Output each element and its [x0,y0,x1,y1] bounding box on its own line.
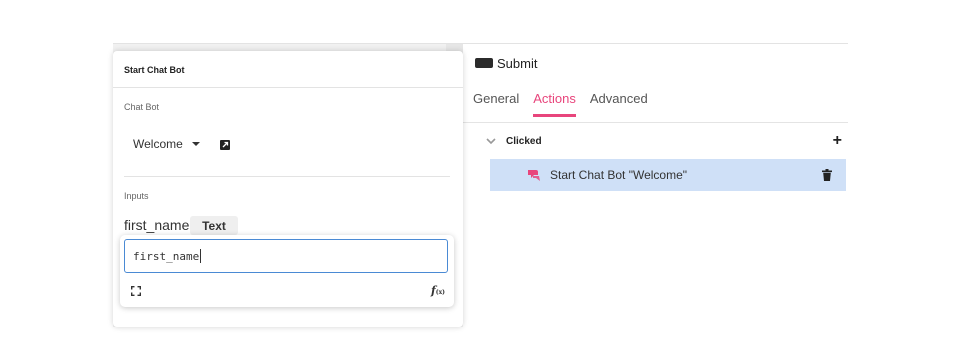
expression-editor-popup: first_name f(x) [120,235,454,307]
inputs-label: Inputs [124,191,149,201]
chevron-down-icon[interactable] [486,136,496,146]
selected-widget-header: Submit [475,55,537,71]
event-label: Clicked [506,135,542,147]
chat-bot-selected-value: Welcome [133,137,183,151]
tab-advanced[interactable]: Advanced [590,88,648,117]
panel-title-divider [113,87,463,88]
panel-title: Start Chat Bot [124,65,185,75]
selected-widget-name: Submit [497,55,538,71]
function-icon[interactable]: f(x) [431,284,445,297]
action-label: Start Chat Bot "Welcome" [550,168,688,182]
section-divider [124,176,450,177]
input-value-field[interactable]: first_name [124,239,448,273]
chat-bot-select[interactable]: Welcome [133,137,200,151]
tab-general[interactable]: General [473,88,519,117]
delete-action-icon[interactable] [822,169,832,181]
input-type-badge: Text [190,216,238,235]
text-cursor [200,249,202,263]
fullscreen-icon[interactable] [131,286,141,296]
event-group-clicked[interactable]: Clicked + [486,133,842,149]
action-item-start-chat-bot[interactable]: Start Chat Bot "Welcome" [490,159,846,191]
open-in-new-icon[interactable] [220,140,230,150]
input-value-text: first_name [133,249,200,263]
input-name-label: first_name [124,217,190,233]
chat-bot-icon [528,170,540,181]
add-action-icon[interactable]: + [833,133,842,149]
chat-bot-label: Chat Bot [124,102,160,112]
properties-tabs: General Actions Advanced [473,88,662,117]
button-widget-icon [475,58,493,68]
tab-actions[interactable]: Actions [533,88,576,117]
dropdown-caret-icon [191,142,200,146]
tabs-divider [463,122,848,123]
